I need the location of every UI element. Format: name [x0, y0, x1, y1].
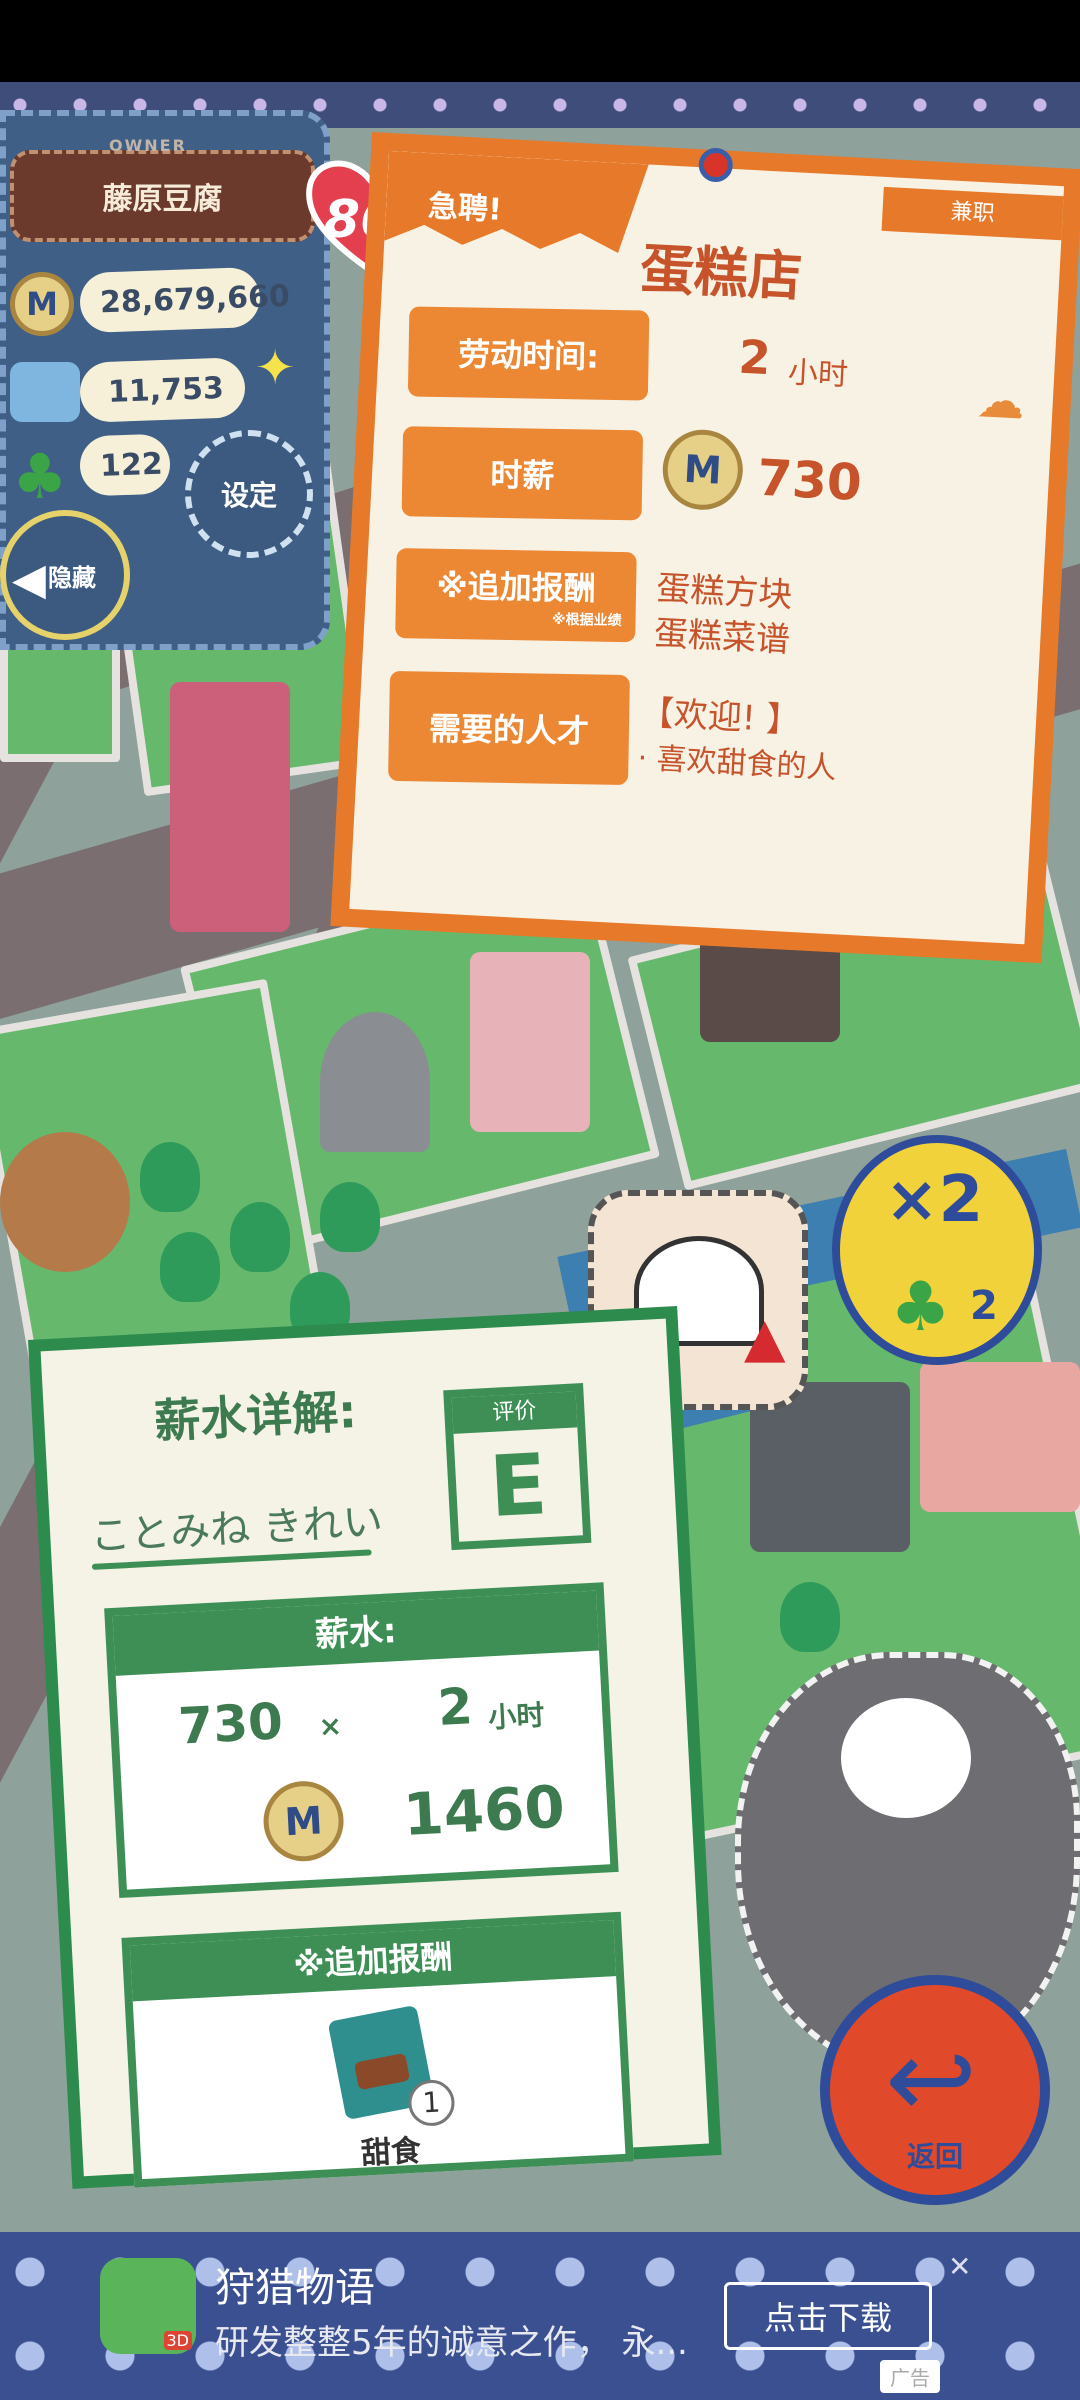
pay-box: 薪水: 730 × 2 小时 M 1460: [104, 1582, 619, 1898]
return-arrow-icon: ↪: [885, 2015, 978, 2143]
job-posting-card: 急聘! 兼职 蛋糕店 劳动时间: 2 小时 ☁ 时薪 M 730 ※追加报酬 ※…: [330, 132, 1080, 964]
tree: [160, 1232, 220, 1302]
pay-hours-unit: 小时: [487, 1698, 546, 1735]
salary-title: 薪水详解:: [153, 1383, 358, 1449]
clover-icon: ♣: [12, 440, 68, 513]
clover-value: 122: [99, 446, 164, 484]
money-stat: 28,679,660: [79, 266, 290, 334]
coin-icon: M: [261, 1779, 346, 1864]
work-hours-value: 2: [737, 329, 773, 386]
bonus-label-text: ※追加报酬: [436, 566, 596, 608]
bonus-box: ※追加报酬 1 甜食: [121, 1911, 634, 2188]
chef-hat-icon: ☁: [975, 372, 1027, 431]
bonus-label: ※追加报酬 ※根据业绩: [395, 548, 637, 643]
multiplier-value: ×2: [885, 1163, 984, 1237]
points-stat: 11,753: [79, 357, 246, 423]
close-icon[interactable]: ✕: [948, 2250, 971, 2283]
bonus-item-2: 蛋糕菜谱: [653, 613, 792, 661]
talent-label: 需要的人才: [388, 670, 630, 786]
hide-label: 隐藏: [48, 563, 96, 592]
ad-badge: 广告: [880, 2360, 940, 2393]
hours-unit: 小时: [787, 355, 849, 394]
money-value: 28,679,660: [99, 278, 291, 320]
3d-badge: 3D: [163, 2331, 192, 2350]
coin-icon: M: [660, 427, 745, 512]
settings-button[interactable]: 设定: [185, 430, 313, 558]
bonus-item-count: 1: [407, 2078, 456, 2128]
arrow-up-icon: ▲: [744, 1306, 786, 1369]
ad-title[interactable]: 狩猎物语: [215, 2255, 375, 2313]
clover-stat: 122: [78, 433, 172, 497]
grade-label: 评价: [451, 1391, 578, 1434]
pay-hours: 2: [436, 1677, 475, 1738]
owner-tag-label: OWNER: [109, 136, 187, 155]
tree: [780, 1582, 840, 1652]
building[interactable]: [920, 1362, 1080, 1512]
salary-detail-body: 薪水详解: ことみね きれい 评价 E 薪水: 730 × 2 小时 M 146…: [40, 1318, 709, 2188]
tree: [320, 1182, 380, 1252]
grade-value: E: [487, 1435, 550, 1536]
return-label: 返回: [906, 2140, 963, 2173]
pin-icon: [697, 147, 734, 183]
arrow-left-icon: ◀: [12, 554, 46, 605]
clover-icon: ♣: [890, 1268, 951, 1347]
download-button[interactable]: 点击下载: [724, 2282, 932, 2350]
pay-rate: 730: [176, 1692, 285, 1756]
grade-box: 评价 E: [443, 1383, 592, 1551]
hourly-wage-value: 730: [755, 448, 864, 513]
cake-slice-icon: [353, 2052, 411, 2091]
coin-icon: M: [10, 272, 74, 336]
building[interactable]: [470, 952, 590, 1132]
pay-heading: 薪水:: [112, 1590, 600, 1676]
settings-label: 设定: [220, 479, 277, 512]
salary-detail-card: 薪水详解: ことみね きれい 评价 E 薪水: 730 × 2 小时 M 146…: [28, 1305, 722, 2189]
part-time-tag: 兼职: [881, 186, 1064, 241]
tree: [140, 1142, 200, 1212]
job-posting-body: 急聘! 兼职 蛋糕店 劳动时间: 2 小时 ☁ 时薪 M 730 ※追加报酬 ※…: [349, 147, 1065, 945]
tree: [230, 1202, 290, 1272]
points-value: 11,753: [107, 370, 225, 410]
multiply-sign: ×: [317, 1709, 343, 1744]
bonus-note: ※根据业绩: [551, 611, 622, 630]
work-time-label: 劳动时间:: [407, 306, 650, 401]
return-button[interactable]: ↪ 返回: [820, 1975, 1050, 2205]
pay-total: 1460: [401, 1772, 567, 1849]
owner-name-tag[interactable]: OWNER 藤原豆腐: [10, 136, 315, 242]
basket-icon: [10, 362, 80, 422]
bonus-heading: ※追加报酬: [129, 1920, 617, 2002]
ad-description: 研发整整5年的诚意之作， 永...: [215, 2323, 688, 2363]
building[interactable]: [320, 1012, 430, 1152]
building[interactable]: [0, 1132, 130, 1272]
mascot-belly: [841, 1698, 971, 1818]
bonus-item-name: 甜食: [360, 2133, 422, 2172]
owner-name: 藤原豆腐: [102, 182, 223, 217]
hide-button[interactable]: ◀ 隐藏: [0, 510, 130, 640]
talent-description: · 喜欢甜食的人: [636, 740, 838, 787]
sparkle-icon: ✦: [255, 340, 296, 396]
game-app-icon[interactable]: 3D: [100, 2258, 196, 2354]
clover-reward-count: 2: [970, 1283, 998, 1329]
hourly-wage-label: 时薪: [401, 426, 644, 521]
multiplier-bubble: ×2 ♣ 2: [832, 1135, 1042, 1365]
building[interactable]: [170, 682, 290, 932]
